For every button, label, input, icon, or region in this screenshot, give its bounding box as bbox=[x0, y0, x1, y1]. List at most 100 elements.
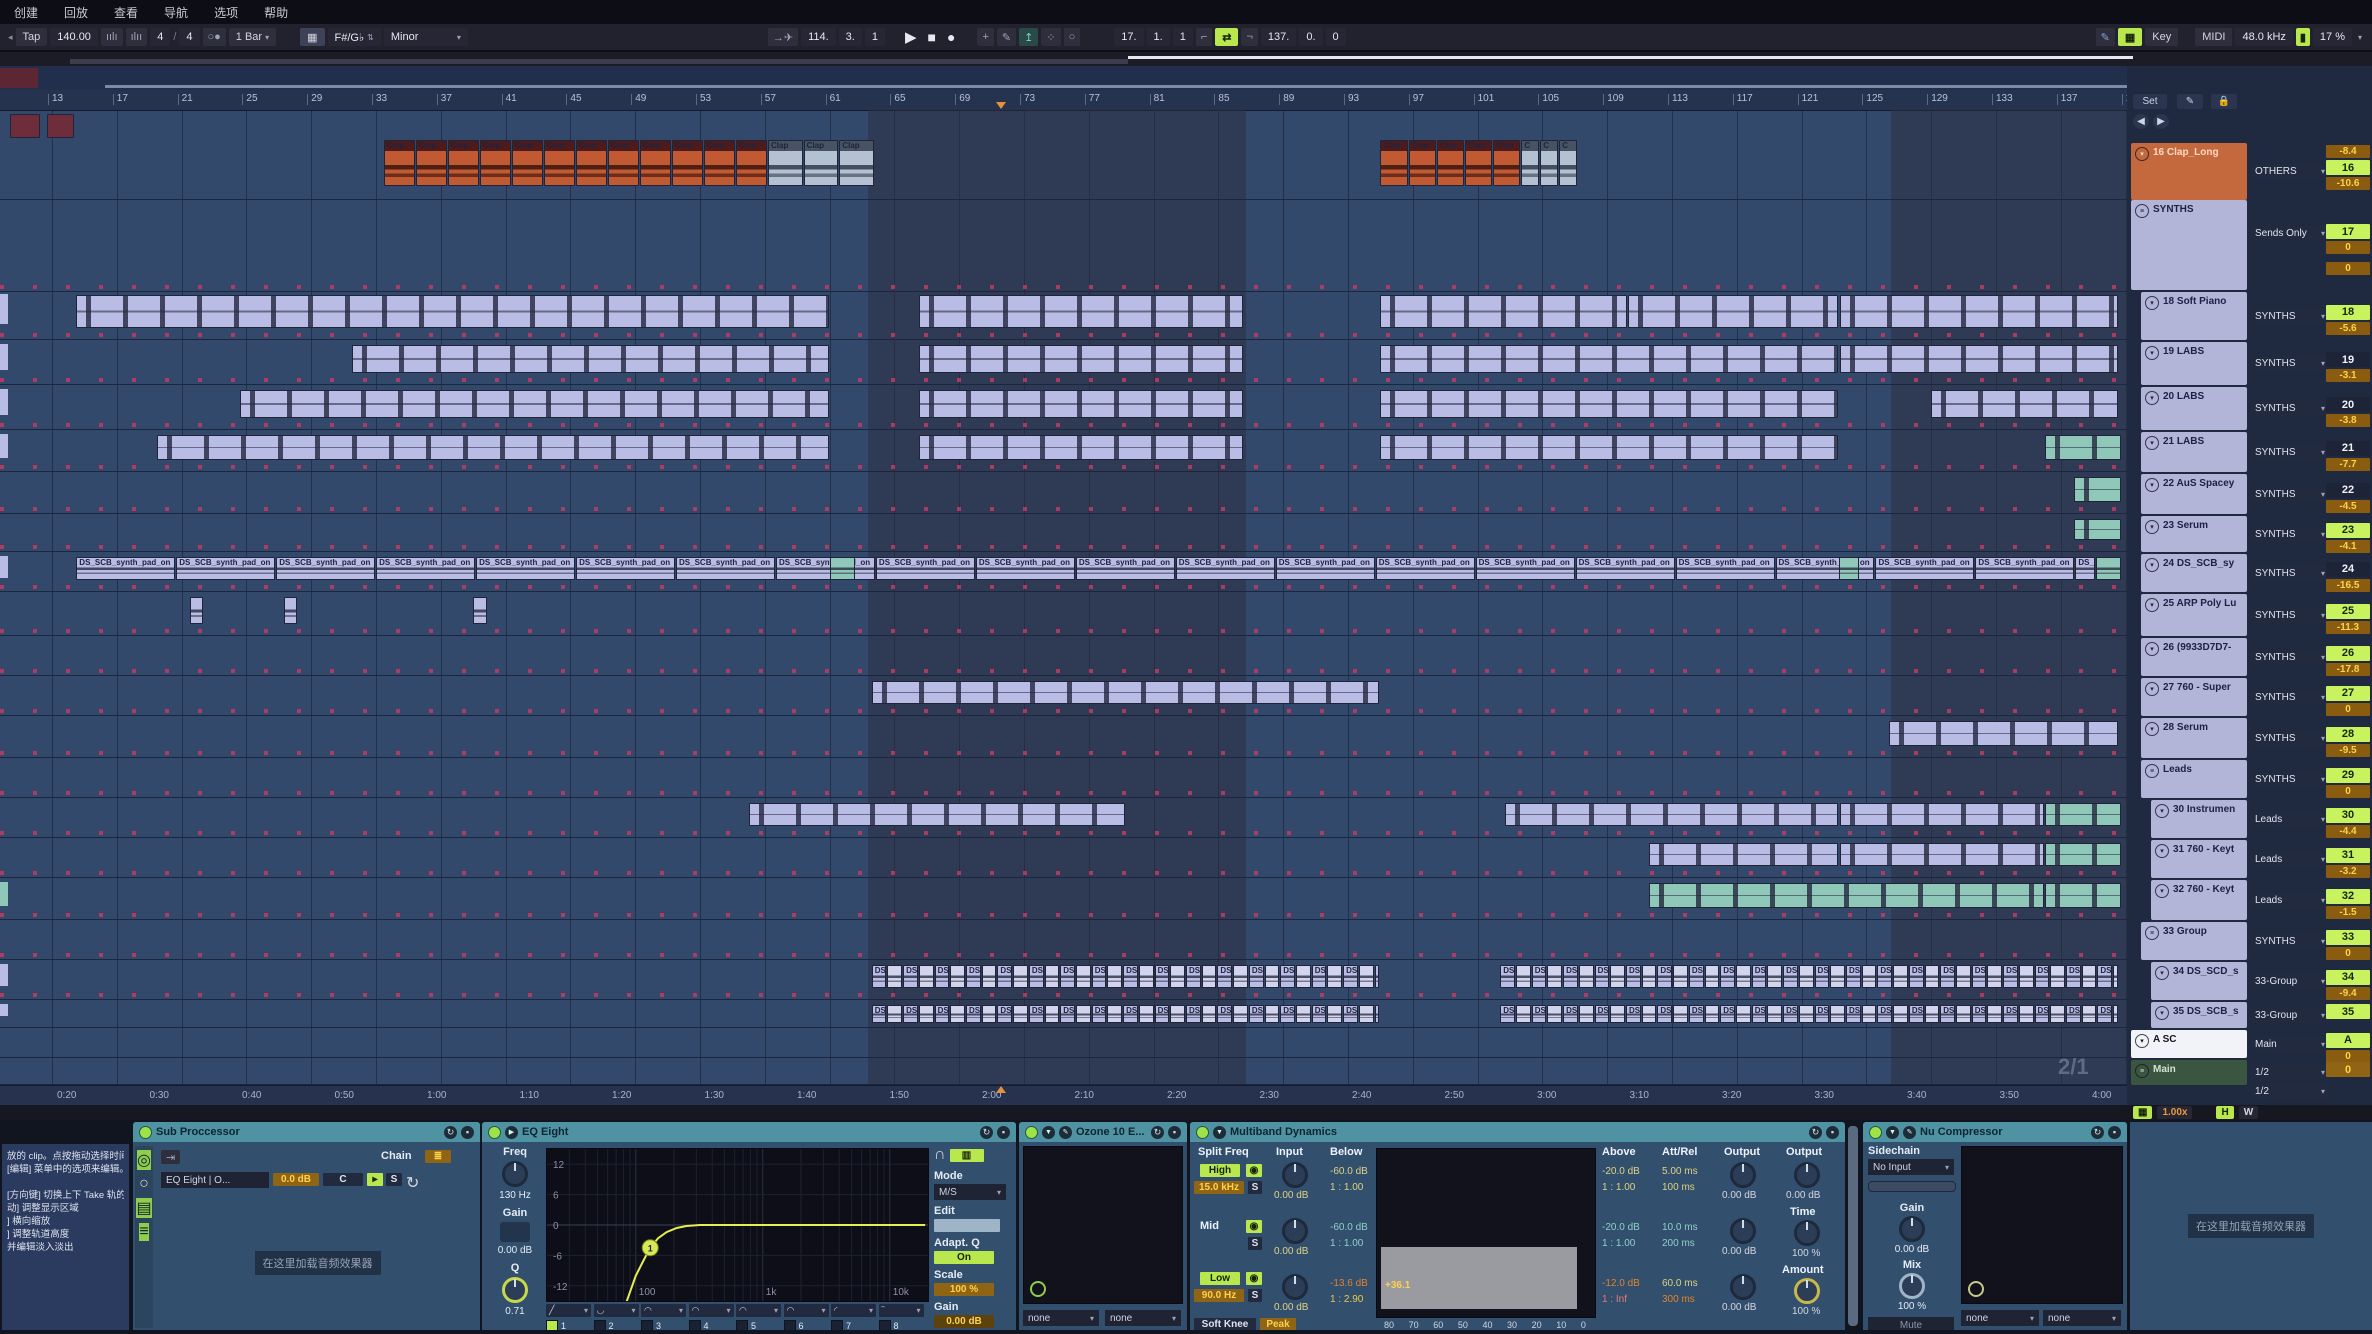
track-number-chip[interactable]: 23 bbox=[2326, 523, 2370, 538]
track-name-cell[interactable]: ▾30 Instrumen bbox=[2151, 800, 2247, 838]
track-fold-icon[interactable]: ▾ bbox=[2135, 1034, 2149, 1048]
group-fold-icon[interactable]: ≡ bbox=[2145, 764, 2159, 778]
track-volume-chip[interactable]: 0 bbox=[2326, 947, 2370, 960]
clip[interactable]: DS bbox=[1657, 965, 1672, 988]
clip[interactable] bbox=[2074, 519, 2122, 540]
track-fold-icon[interactable]: ▾ bbox=[2145, 558, 2159, 572]
track-fold-icon[interactable]: ▾ bbox=[2145, 391, 2159, 405]
clip[interactable]: C bbox=[1521, 140, 1539, 186]
filter-type-selector[interactable]: ◠▾ bbox=[736, 1304, 781, 1317]
clip[interactable]: DS bbox=[1720, 965, 1735, 988]
band-enable-checkbox[interactable] bbox=[641, 1320, 653, 1330]
below-ratio[interactable]: 1 : 1.00 bbox=[1330, 1238, 1363, 1249]
hot-swap-icon[interactable]: ↻ bbox=[2091, 1126, 2104, 1139]
track-header[interactable]: ≡Main1/2▾1/2▾0 bbox=[2127, 1060, 2372, 1085]
clip[interactable]: DS bbox=[966, 965, 981, 988]
time-label[interactable]: 3:20 bbox=[1722, 1090, 1741, 1101]
clip[interactable] bbox=[1139, 1005, 1154, 1023]
bar-number[interactable]: 61 bbox=[830, 93, 841, 104]
sidechain-input-selector[interactable]: No Input▾ bbox=[1868, 1159, 1954, 1175]
bar-number[interactable]: 45 bbox=[570, 93, 581, 104]
gain-value[interactable]: 0.00 dB bbox=[1868, 1244, 1956, 1255]
clip[interactable]: DS bbox=[2003, 1005, 2018, 1023]
attack-value[interactable]: 10.0 ms bbox=[1662, 1222, 1698, 1233]
clip[interactable]: DS bbox=[1532, 965, 1547, 988]
clip[interactable] bbox=[1925, 1005, 1940, 1023]
track-name-cell[interactable]: ▾21 LABS bbox=[2141, 432, 2247, 472]
bar-number[interactable]: 137 bbox=[2061, 93, 2078, 104]
time-knob[interactable] bbox=[1794, 1220, 1820, 1246]
clip[interactable]: DS bbox=[1752, 965, 1767, 988]
track-fold-icon[interactable]: ▾ bbox=[2155, 844, 2169, 858]
track-header[interactable]: ▾34 DS_SCD_s33-Group▾34-9.4 bbox=[2127, 962, 2372, 1000]
track-number-chip[interactable]: 18 bbox=[2326, 305, 2370, 320]
time-label[interactable]: 3:00 bbox=[1537, 1090, 1556, 1101]
capture-midi-icon[interactable]: ⁘ bbox=[1041, 28, 1060, 46]
clip[interactable] bbox=[1799, 1005, 1814, 1023]
clip[interactable] bbox=[1233, 965, 1248, 988]
band-enable-checkbox[interactable] bbox=[594, 1320, 606, 1330]
eq-band-cell[interactable]: ◠▾4 bbox=[689, 1304, 734, 1330]
output-routing-selector[interactable]: 33-Group▾ bbox=[2251, 974, 2329, 989]
track-fold-icon[interactable]: ▾ bbox=[2155, 966, 2169, 980]
sidechain-gain-slider[interactable] bbox=[1868, 1181, 1956, 1192]
time-label[interactable]: 3:40 bbox=[1907, 1090, 1926, 1101]
clip[interactable]: DS_SCB_synth_pad_on bbox=[1875, 557, 1974, 580]
clip[interactable]: DS bbox=[1657, 1005, 1672, 1023]
clip[interactable]: Clap bbox=[1437, 140, 1464, 186]
track-volume-chip[interactable]: -4.1 bbox=[2326, 540, 2370, 553]
track-lane[interactable] bbox=[0, 840, 2127, 878]
clip[interactable]: DS bbox=[997, 965, 1012, 988]
track-name-cell[interactable]: ▾18 Soft Piano bbox=[2141, 292, 2247, 340]
clip[interactable] bbox=[1736, 965, 1751, 988]
device-ozone[interactable]: ▼✎Ozone 10 E...↻▪ none▾ none▾ bbox=[1019, 1122, 1187, 1330]
re-enable-automation-icon[interactable]: ↥ bbox=[1019, 28, 1038, 46]
key-map-button[interactable]: Key bbox=[2145, 28, 2178, 46]
band-solo-chip[interactable]: S bbox=[1248, 1237, 1262, 1250]
loop-start-sixteenths[interactable]: 1 bbox=[1173, 28, 1193, 46]
track-header[interactable]: ▾18 Soft PianoSYNTHS▾18-5.6 bbox=[2127, 292, 2372, 340]
menu-view[interactable]: 查看 bbox=[114, 4, 138, 21]
track-lane[interactable] bbox=[0, 638, 2127, 676]
clip[interactable] bbox=[2113, 1005, 2118, 1023]
track-name-cell[interactable]: ▾27 760 - Super bbox=[2141, 678, 2247, 716]
bar-number[interactable]: 93 bbox=[1348, 93, 1359, 104]
clip[interactable] bbox=[1736, 1005, 1751, 1023]
time-label[interactable]: 1:50 bbox=[890, 1090, 909, 1101]
clip[interactable] bbox=[919, 1005, 934, 1023]
clip[interactable] bbox=[2045, 803, 2122, 826]
group-fold-icon[interactable]: ≡ bbox=[2145, 926, 2159, 940]
output-routing-selector[interactable]: Leads▾ bbox=[2251, 893, 2329, 908]
clip[interactable]: DS_SCB_synth_pad_on bbox=[976, 557, 1075, 580]
track-number-chip[interactable]: 26 bbox=[2326, 646, 2370, 661]
menu-options[interactable]: 选项 bbox=[214, 4, 238, 21]
follow-button[interactable]: →✈ bbox=[768, 28, 798, 46]
output-value[interactable]: 0.00 dB bbox=[1722, 1246, 1756, 1257]
clip[interactable]: Clap_ bbox=[704, 140, 735, 186]
bar-number[interactable]: 101 bbox=[1478, 93, 1495, 104]
clip[interactable]: DS_SCB_synth_pad_on bbox=[376, 557, 475, 580]
clip[interactable] bbox=[1013, 1005, 1028, 1023]
clip[interactable] bbox=[982, 1005, 997, 1023]
output-routing-selector[interactable]: SYNTHS▾ bbox=[2251, 690, 2329, 705]
band-enable-checkbox[interactable] bbox=[736, 1320, 748, 1330]
track-volume-chip[interactable]: -9.5 bbox=[2326, 744, 2370, 757]
clip[interactable]: DS_SCB_synth_pad_on bbox=[1376, 557, 1475, 580]
amount-value[interactable]: 100 % bbox=[1792, 1306, 1820, 1317]
track-header[interactable]: ▾28 SerumSYNTHS▾28-9.5 bbox=[2127, 718, 2372, 758]
loop-length-sixteenths[interactable]: 0 bbox=[1326, 28, 1346, 46]
clip[interactable] bbox=[1799, 965, 1814, 988]
clip[interactable] bbox=[1516, 1005, 1531, 1023]
clip[interactable]: DS bbox=[1029, 965, 1044, 988]
clip[interactable]: C bbox=[1559, 140, 1577, 186]
track-number-chip[interactable]: A bbox=[2326, 1033, 2370, 1048]
clip[interactable] bbox=[2019, 965, 2034, 988]
track-header[interactable]: ▾26 (9933D7D7-SYNTHS▾26-17.8 bbox=[2127, 638, 2372, 676]
track-header[interactable]: ≡33 GroupSYNTHS▾330 bbox=[2127, 922, 2372, 960]
clip[interactable]: DS bbox=[1595, 965, 1610, 988]
output-knob[interactable] bbox=[1730, 1218, 1756, 1244]
headphone-audition-icon[interactable]: ∩ bbox=[934, 1146, 946, 1164]
clip[interactable] bbox=[1505, 803, 1838, 826]
track-lane[interactable] bbox=[0, 387, 2127, 430]
clip[interactable]: DS_SCB_synth_pad_on bbox=[76, 557, 175, 580]
